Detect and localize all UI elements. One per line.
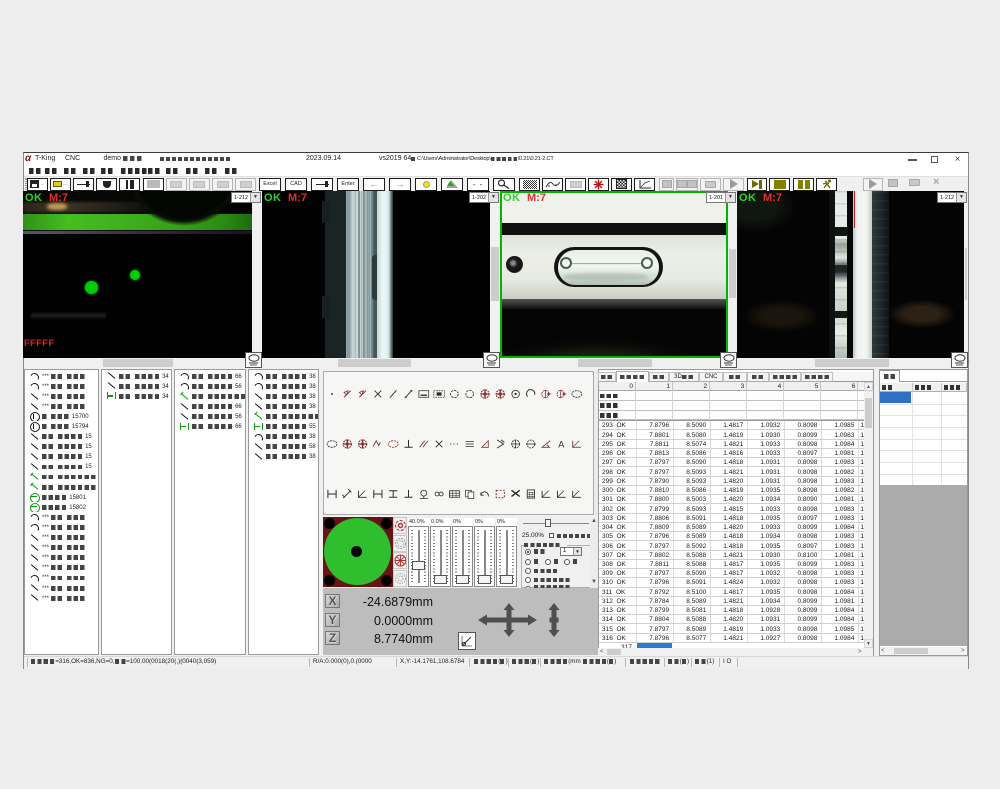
- svg-text:A: A: [558, 440, 564, 450]
